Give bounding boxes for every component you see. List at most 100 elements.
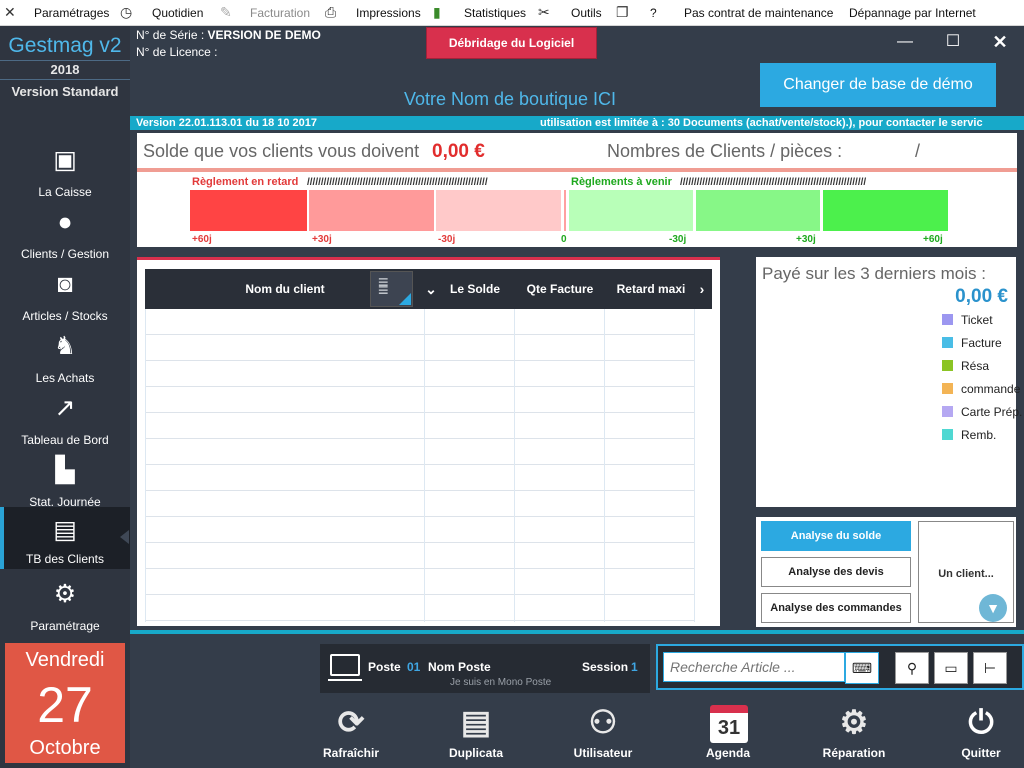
- table-row[interactable]: [145, 387, 695, 413]
- segment-avenir-60[interactable]: [823, 190, 948, 231]
- sidebar-item-caisse[interactable]: ▣ La Caisse: [0, 140, 130, 202]
- client-table-body[interactable]: [145, 309, 695, 622]
- serial-line: N° de Série : VERSION DE DEMO: [136, 28, 321, 42]
- menu-depannage[interactable]: Dépannage par Internet: [849, 0, 976, 26]
- delivery-cart-icon: ♞: [53, 332, 77, 360]
- menu-statistiques[interactable]: Statistiques: [464, 0, 526, 26]
- legend-label: Carte Prép.: [961, 405, 1023, 419]
- reparation-button[interactable]: ⚙ Réparation: [804, 700, 904, 766]
- session-number: 1: [631, 660, 638, 674]
- sidebar-item-label: Articles / Stocks: [22, 309, 108, 323]
- change-db-button[interactable]: Changer de base de démo: [760, 63, 996, 107]
- filter-icon[interactable]: ▼: [979, 594, 1007, 622]
- quitter-button[interactable]: ⏻ Quitter: [931, 700, 1024, 766]
- toolbar-label: Duplicata: [448, 746, 503, 760]
- keyboard-icon[interactable]: ⌨: [845, 652, 879, 684]
- repair-gears-icon: ⚙: [839, 704, 869, 740]
- column-header-nom[interactable]: Nom du client: [205, 269, 365, 309]
- sidebar-item-parametrage[interactable]: ⚙ Paramétrage: [0, 574, 130, 636]
- shop-name: Votre Nom de boutique ICI: [403, 89, 617, 109]
- day-number: 27: [37, 677, 93, 733]
- agenda-button[interactable]: 31 Agenda: [678, 700, 778, 766]
- legend-swatch: [942, 337, 953, 348]
- sidebar-item-tableau-de-bord[interactable]: ↗ Tableau de Bord: [0, 388, 130, 450]
- tick-label: +30j: [312, 234, 332, 245]
- chevron-right-icon[interactable]: ›: [695, 269, 709, 309]
- toolbar-label: Agenda: [705, 746, 750, 760]
- duplicata-button[interactable]: ▤ Duplicata: [426, 700, 526, 766]
- users-key-icon: ⚇: [588, 704, 618, 740]
- analyse-devis-button[interactable]: Analyse des devis: [761, 557, 911, 587]
- sidebar-item-label: Tableau de Bord: [21, 433, 109, 447]
- sidebar-item-label: Paramétrage: [30, 619, 100, 633]
- sidebar-item-clients[interactable]: ● Clients / Gestion: [0, 202, 130, 264]
- column-header-solde[interactable]: Le Solde: [443, 269, 507, 309]
- table-row[interactable]: [145, 569, 695, 595]
- menu-facturation[interactable]: Facturation: [250, 0, 310, 26]
- cash-drawer-icon[interactable]: ▭: [934, 652, 968, 684]
- search-icon[interactable]: ⚲: [895, 652, 929, 684]
- table-row[interactable]: [145, 413, 695, 439]
- licence-label: N° de Licence :: [136, 45, 218, 59]
- minimize-icon[interactable]: —: [895, 32, 915, 52]
- maximize-icon[interactable]: ☐: [943, 32, 963, 52]
- column-header-retard[interactable]: Retard maxi: [611, 269, 691, 309]
- grid-line: [604, 309, 605, 622]
- date-box: Vendredi 27 Octobre: [5, 643, 125, 763]
- clients-count-label: Nombres de Clients / pièces :: [607, 141, 843, 161]
- search-input[interactable]: [663, 652, 845, 682]
- sidebar-item-tb-clients[interactable]: ▤ TB des Clients: [0, 507, 130, 569]
- analyse-panel: Analyse du solde Analyse des devis Analy…: [756, 517, 1016, 627]
- table-row[interactable]: [145, 465, 695, 491]
- table-row[interactable]: [145, 517, 695, 543]
- segment-avenir-30[interactable]: [696, 190, 820, 231]
- utilisateur-button[interactable]: ⚇ Utilisateur: [553, 700, 653, 766]
- table-row[interactable]: [145, 361, 695, 387]
- table-row[interactable]: [145, 335, 695, 361]
- menu-outils[interactable]: Outils: [571, 0, 602, 26]
- analyse-commandes-button[interactable]: Analyse des commandes: [761, 593, 911, 623]
- toolbar-label: Rafraîchir: [322, 746, 380, 760]
- column-header-qte-facture[interactable]: Qte Facture: [517, 269, 603, 309]
- debridage-button[interactable]: Débridage du Logiciel: [426, 27, 597, 59]
- chevron-down-icon[interactable]: ⌄: [421, 269, 441, 309]
- document-icon: ✎: [220, 4, 232, 20]
- menu-quotidien[interactable]: Quotidien: [152, 0, 203, 26]
- grid-line: [694, 309, 695, 622]
- segment-avenir-0[interactable]: [569, 190, 693, 231]
- app-title: Gestmag v2: [8, 34, 122, 57]
- network-icon[interactable]: ⊢: [973, 652, 1007, 684]
- grid-line: [514, 309, 515, 622]
- menu-maintenance[interactable]: Pas contrat de maintenance: [684, 0, 833, 26]
- table-row[interactable]: [145, 439, 695, 465]
- paye-label: Payé sur les 3 derniers mois :: [762, 264, 986, 283]
- segment-retard-30[interactable]: [309, 190, 434, 231]
- avenir-label: Règlements à venir: [571, 176, 672, 188]
- tick-label: 0: [561, 234, 567, 245]
- analyse-solde-button[interactable]: Analyse du solde: [761, 521, 911, 551]
- shopping-bag-icon: ◙: [57, 270, 73, 298]
- un-client-button[interactable]: Un client... ▼: [918, 521, 1014, 623]
- table-row[interactable]: [145, 543, 695, 569]
- table-row[interactable]: [145, 309, 695, 335]
- menu-help[interactable]: ?: [650, 0, 657, 26]
- help-book-icon: ❐: [616, 4, 629, 20]
- table-row[interactable]: [145, 595, 695, 621]
- menu-impressions[interactable]: Impressions: [356, 0, 421, 26]
- sidebar-item-stat-journee[interactable]: ▙ Stat. Journée: [0, 450, 130, 512]
- footer-divider: [130, 630, 1024, 634]
- segment-retard-0[interactable]: [436, 190, 561, 231]
- legend-label: Ticket: [961, 313, 993, 327]
- menu-parametrages[interactable]: Paramétrages: [34, 0, 109, 26]
- column-menu-button[interactable]: ≡ ≡: [370, 271, 413, 307]
- version-text: Version 22.01.113.01 du 18 10 2017: [136, 117, 318, 129]
- calendar-icon: 31: [710, 705, 748, 743]
- close-icon[interactable]: ✕: [990, 32, 1010, 52]
- segment-retard-60[interactable]: [190, 190, 307, 231]
- sidebar-item-articles[interactable]: ◙ Articles / Stocks: [0, 264, 130, 326]
- sidebar-item-achats[interactable]: ♞ Les Achats: [0, 326, 130, 388]
- solde-value: 0,00 €: [432, 141, 485, 162]
- refresh-button[interactable]: ⟳ Rafraîchir: [301, 700, 401, 766]
- table-row[interactable]: [145, 491, 695, 517]
- solde-panel: Solde que vos clients vous doivent 0,00 …: [137, 133, 1017, 247]
